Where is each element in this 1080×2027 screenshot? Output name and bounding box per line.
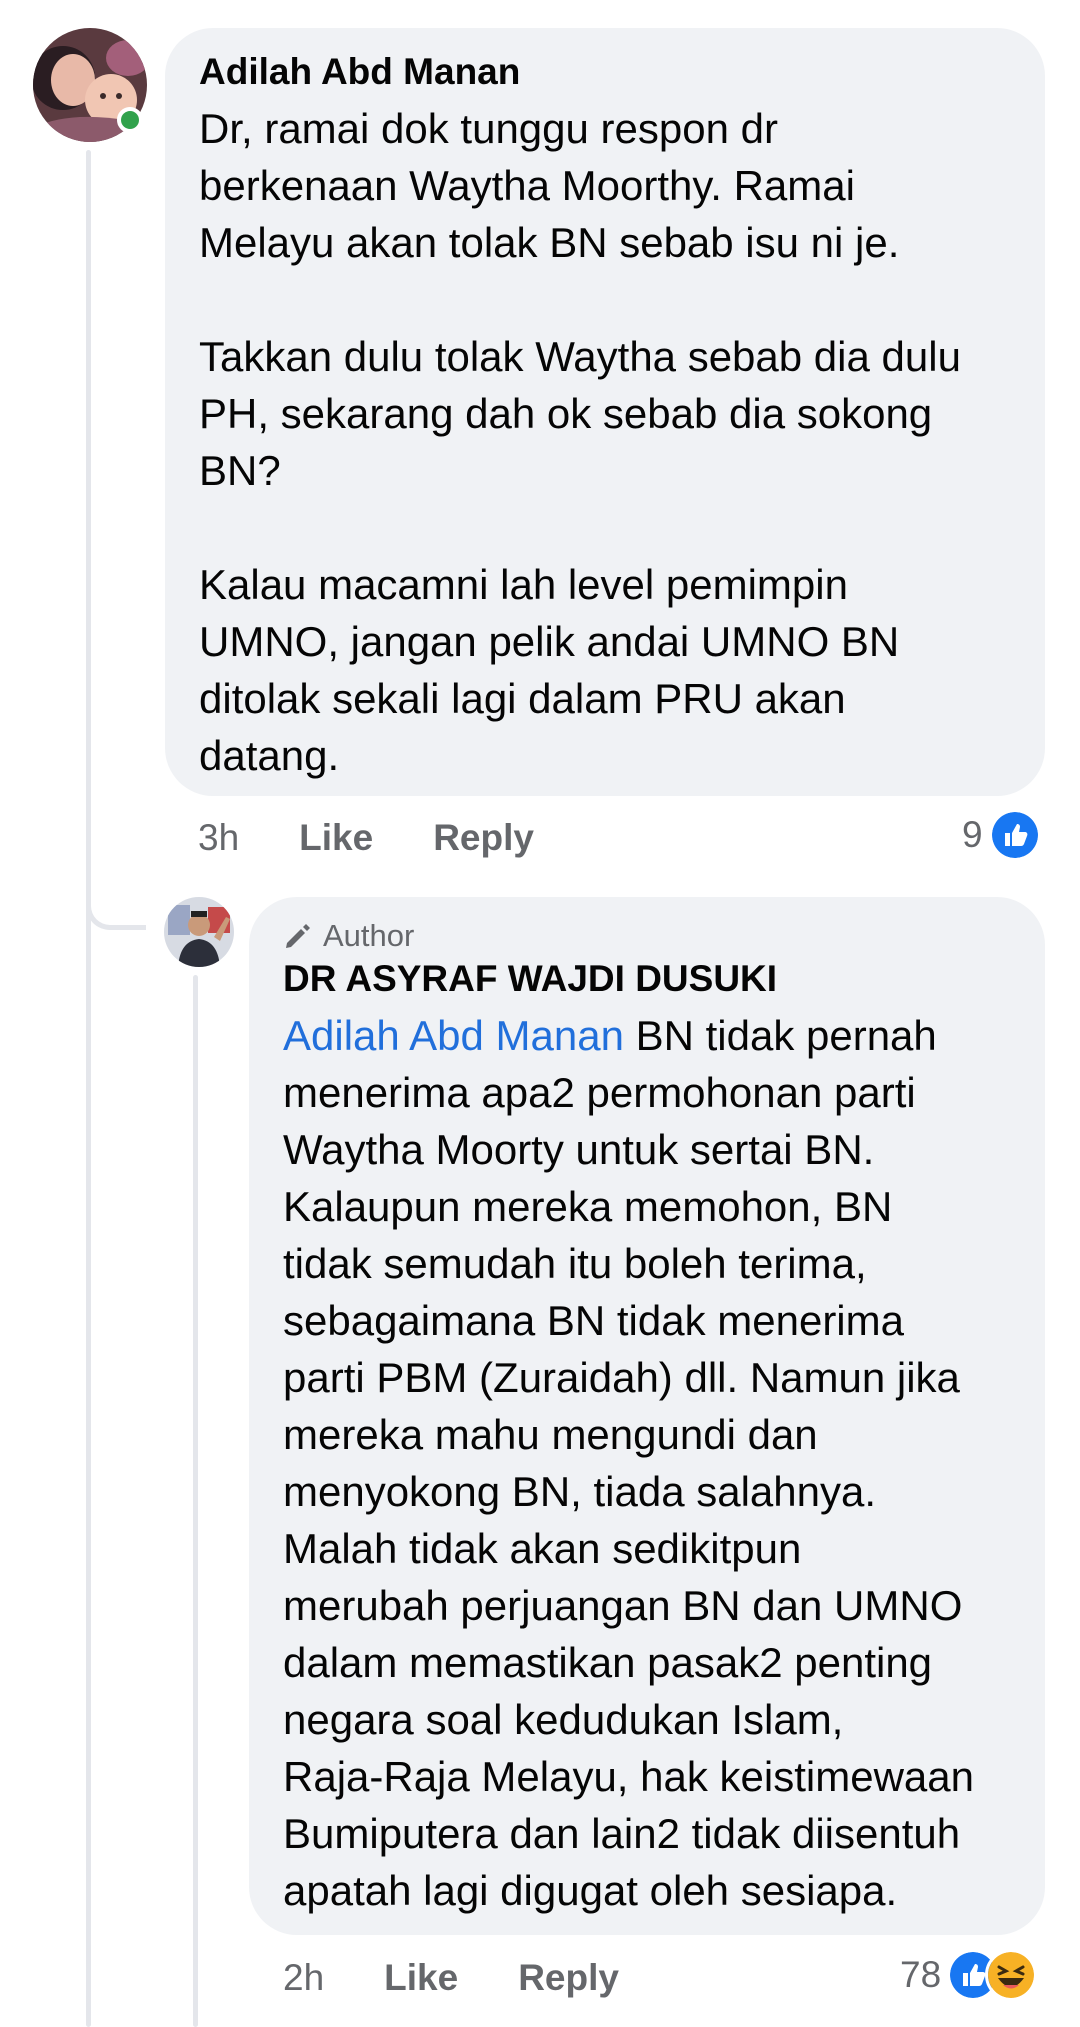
- reply-like-button[interactable]: Like: [384, 1957, 458, 1999]
- reply-timestamp[interactable]: 2h: [283, 1957, 324, 1999]
- thread-line-main: [86, 150, 91, 2027]
- author-badge-label: Author: [323, 918, 415, 953]
- author-badge: Author: [283, 917, 1011, 955]
- thread-line-reply: [193, 975, 198, 2027]
- comment-text: Dr, ramai dok tunggu respon dr berkenaan…: [199, 105, 961, 779]
- haha-reaction-icon: [985, 1949, 1038, 2001]
- reply-author-name[interactable]: DR ASYRAF WAJDI DUSUKI: [283, 957, 1011, 1001]
- comment-reaction-count: 9: [962, 814, 983, 855]
- reply-bubble[interactable]: Author DR ASYRAF WAJDI DUSUKI Adilah Abd…: [249, 897, 1045, 1935]
- reply-reactions[interactable]: 78: [900, 1948, 1038, 2002]
- reply-actions: 2h Like Reply: [283, 1952, 679, 2004]
- comment-bubble[interactable]: Adilah Abd Manan Dr, ramai dok tunggu re…: [165, 28, 1045, 796]
- comment-reply-button[interactable]: Reply: [433, 817, 534, 859]
- comment-timestamp[interactable]: 3h: [198, 817, 239, 859]
- reply-reply-button[interactable]: Reply: [518, 1957, 619, 1999]
- mention-link[interactable]: Adilah Abd Manan: [283, 1012, 624, 1059]
- comment-author-name[interactable]: Adilah Abd Manan: [199, 50, 1011, 94]
- reply-text: Adilah Abd Manan BN tidak pernah menerim…: [283, 1007, 1011, 1919]
- comment-like-button[interactable]: Like: [299, 817, 373, 859]
- reply-author-avatar[interactable]: [164, 897, 234, 967]
- reply-reaction-count: 78: [900, 1954, 942, 1995]
- thread-connector: [86, 880, 146, 930]
- comment-actions: 3h Like Reply: [198, 812, 594, 864]
- like-reaction-icon: [988, 809, 1041, 861]
- comment-reactions[interactable]: 9: [962, 808, 1041, 862]
- pencil-icon: [286, 924, 310, 948]
- profile-photo-icon: [164, 897, 234, 967]
- online-status-indicator: [117, 107, 143, 133]
- reply-text-body: BN tidak pernah menerima apa2 permohonan…: [283, 1012, 974, 1914]
